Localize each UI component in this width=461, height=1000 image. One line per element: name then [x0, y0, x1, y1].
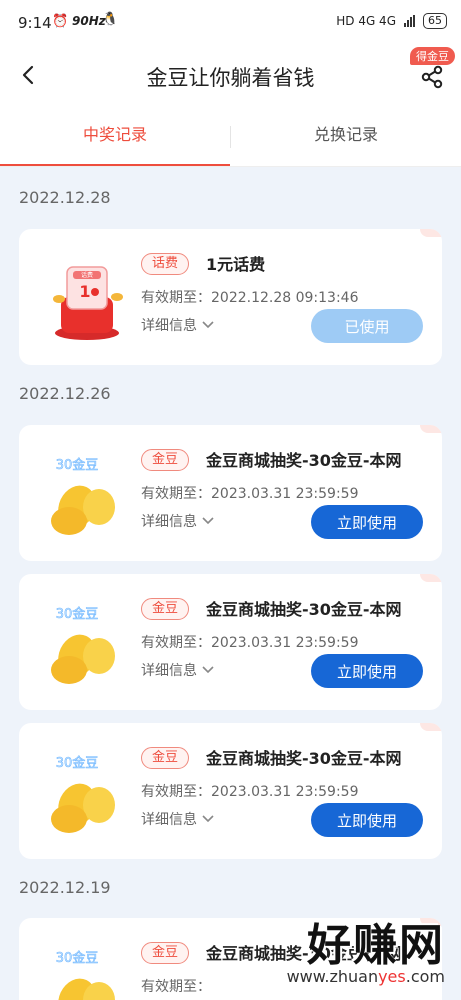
status-right: HD 4G 4G 65	[336, 13, 447, 29]
record-card: 话费 1 话费 1元话费 有效期至：2022.12.28 09:13:46 详细…	[19, 229, 442, 365]
card-corner-decoration	[420, 723, 442, 731]
gold-beans-label: 30金豆	[56, 950, 99, 966]
card-corner-decoration	[420, 229, 442, 237]
network-label: HD 4G 4G	[336, 14, 396, 28]
category-tag: 金豆	[141, 942, 190, 964]
card-corner-decoration	[420, 574, 442, 582]
qq-icon: 🐧	[102, 12, 119, 27]
refresh-rate: 90Hz	[72, 14, 106, 28]
details-toggle[interactable]: 详细信息	[141, 315, 214, 335]
record-card: 30金豆 金豆 金豆商城抽奖-30金豆-本网 有效期至：2023.03.31 2…	[19, 425, 442, 561]
watermark-logo-text: 好赚网	[307, 920, 445, 971]
tab-bar: 中奖记录 兑换记录	[0, 108, 461, 167]
gold-beans-icon: 30金豆	[51, 755, 115, 833]
use-now-button[interactable]: 立即使用	[311, 803, 423, 837]
watermark-url-prefix: www.zhuan	[286, 967, 379, 986]
details-label: 详细信息	[141, 514, 197, 530]
expiry-date: 有效期至：2023.03.31 23:59:59	[141, 486, 359, 502]
chevron-down-icon	[202, 666, 214, 674]
details-toggle[interactable]: 详细信息	[141, 511, 214, 531]
record-title: 金豆商城抽奖-30金豆-本网	[206, 451, 402, 470]
svg-text:话费: 话费	[81, 271, 93, 279]
phone-credit-coupon-icon: 话费 1	[53, 266, 123, 340]
card-corner-decoration	[420, 425, 442, 433]
details-toggle[interactable]: 详细信息	[141, 809, 214, 829]
details-label: 详细信息	[141, 318, 197, 334]
details-label: 详细信息	[141, 812, 197, 828]
date-header: 2022.12.28	[19, 188, 111, 207]
record-title: 金豆商城抽奖-30金豆-本网	[206, 749, 402, 768]
record-title: 1元话费	[206, 255, 266, 274]
watermark-url-suffix: .com	[405, 967, 445, 986]
expiry-date: 有效期至：2023.03.31 23:59:59	[141, 635, 359, 651]
chevron-down-icon	[202, 321, 214, 329]
status-time: 9:14	[18, 14, 52, 32]
alarm-icon: ⏰	[52, 14, 69, 29]
chevron-down-icon	[202, 517, 214, 525]
watermark: 好赚网 www.zhuanyes.com	[287, 909, 445, 986]
gold-beans-label: 30金豆	[56, 457, 99, 473]
expiry-date: 有效期至：2023.03.31 23:59:59	[141, 784, 359, 800]
app-header: 金豆让你躺着省钱 得金豆	[0, 46, 461, 108]
signal-icon	[404, 15, 415, 27]
date-header: 2022.12.19	[19, 878, 111, 897]
tab-prize-records[interactable]: 中奖记录	[0, 108, 230, 166]
share-badge: 得金豆	[410, 47, 455, 65]
gold-beans-label: 30金豆	[56, 755, 99, 771]
details-label: 详细信息	[141, 663, 197, 679]
record-card: 30金豆 金豆 金豆商城抽奖-30金豆-本网 有效期至：2023.03.31 2…	[19, 723, 442, 859]
used-button[interactable]: 已使用	[311, 309, 423, 343]
chevron-down-icon	[202, 815, 214, 823]
gold-beans-icon: 30金豆	[55, 950, 115, 1000]
gold-beans-label: 30金豆	[56, 606, 99, 622]
gold-beans-icon: 30金豆	[51, 606, 115, 684]
use-now-button[interactable]: 立即使用	[311, 505, 423, 539]
category-tag: 金豆	[141, 449, 190, 471]
record-title: 金豆商城抽奖-30金豆-本网	[206, 600, 402, 619]
svg-text:1: 1	[79, 282, 90, 301]
expiry-date: 有效期至：	[141, 979, 211, 995]
battery-icon: 65	[423, 13, 447, 29]
category-tag: 金豆	[141, 747, 190, 769]
use-now-button[interactable]: 立即使用	[311, 654, 423, 688]
tab-exchange-records[interactable]: 兑换记录	[231, 108, 461, 166]
date-header: 2022.12.26	[19, 384, 111, 403]
details-toggle[interactable]: 详细信息	[141, 660, 214, 680]
expiry-date: 有效期至：2022.12.28 09:13:46	[141, 290, 359, 306]
page-title: 金豆让你躺着省钱	[146, 66, 315, 90]
category-tag: 话费	[141, 253, 190, 275]
category-tag: 金豆	[141, 598, 190, 620]
record-card: 30金豆 金豆 金豆商城抽奖-30金豆-本网 有效期至：2023.03.31 2…	[19, 574, 442, 710]
share-icon[interactable]	[419, 64, 445, 90]
watermark-url: www.zhuanyes.com	[287, 967, 445, 986]
watermark-url-highlight: yes	[378, 967, 406, 986]
gold-beans-icon: 30金豆	[51, 457, 115, 535]
status-bar: 9:14 ⏰ 90Hz 🐧 HD 4G 4G 65	[0, 0, 461, 46]
